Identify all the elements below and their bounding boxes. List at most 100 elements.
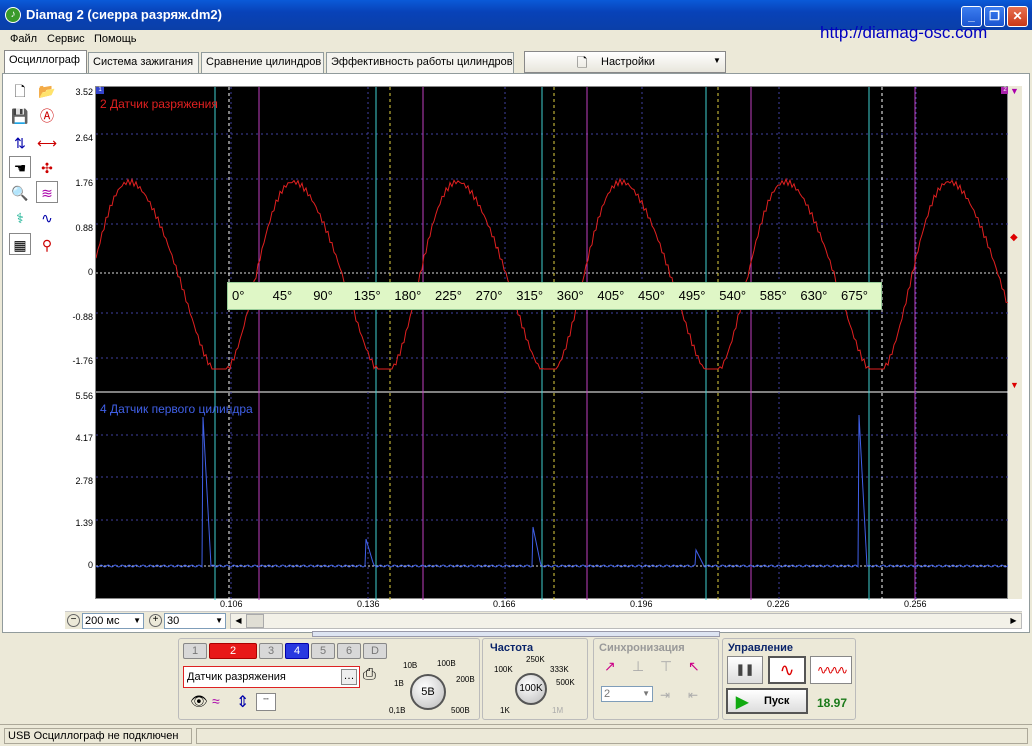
trigger-level-icon[interactable]: ◆ (1010, 232, 1018, 243)
channel-button-3[interactable]: 3 (259, 643, 283, 659)
website-url[interactable]: http://diamag-osc.com (820, 23, 987, 43)
eye-icon[interactable]: 👁 (190, 693, 208, 710)
auto-scale-icon[interactable]: Ⓐ (36, 104, 58, 126)
scroll-left-icon[interactable]: ◀ (231, 614, 246, 628)
settings-label: Настройки (601, 56, 655, 68)
scope-display[interactable]: 2 Датчик разряжения 4 Датчик первого цил… (95, 86, 1009, 600)
voltage-scale-label: 500В (451, 706, 470, 715)
play-icon: ▶ (736, 694, 749, 711)
y-tick-top: 0.88 (75, 223, 93, 233)
sync-channel-select[interactable]: 2 ▼ (601, 686, 653, 702)
horizontal-cursor-icon[interactable]: ⟷ (36, 131, 58, 153)
angle-label: 225° (435, 288, 462, 303)
channel-button-1[interactable]: 1 (183, 643, 207, 659)
x-tick: 0.226 (767, 599, 790, 609)
cross-cursor-icon[interactable]: ✣ (36, 156, 58, 178)
settings-dropdown[interactable]: 🗋 Настройки ▼ (524, 51, 726, 73)
frequency-scale-label: 250K (526, 655, 545, 664)
window-title: Diamag 2 (сиерра разряж.dm2) (26, 7, 222, 22)
y-tick-bottom: 2.78 (75, 476, 93, 486)
pause-button[interactable]: ❚❚ (727, 656, 763, 684)
single-wave-button[interactable]: ∿ (768, 656, 806, 684)
continuous-wave-button[interactable]: ∿∿∿∿ (810, 656, 852, 684)
falling-edge-2-icon[interactable]: ⊤ (660, 658, 672, 675)
marker-triangle-icon[interactable]: ▼ (1010, 86, 1019, 96)
hand-tool-icon[interactable]: ☚ (9, 156, 31, 178)
timebase-bar: − 200 мс ▼ + 30 ▼ ◀ ▶ (65, 611, 1022, 629)
channel-button-5[interactable]: 5 (311, 643, 335, 659)
rising-edge-icon[interactable]: ↗ (604, 658, 616, 675)
open-folder-icon[interactable]: 📂 (36, 79, 58, 101)
y-tick-top: 1.76 (75, 178, 93, 188)
channel-button-6[interactable]: 6 (337, 643, 361, 659)
menu-file[interactable]: Файл (10, 33, 37, 45)
wave-sync-icon[interactable]: ∿ (36, 206, 58, 228)
y-tick-top: 0 (87, 267, 93, 277)
scroll-thumb[interactable] (246, 614, 264, 628)
marker-left[interactable]: 1 (96, 87, 104, 94)
close-button[interactable]: ✕ (1007, 6, 1028, 27)
status-bar: USB Осциллограф не подключен (0, 724, 1032, 746)
menu-service[interactable]: Сервис (47, 33, 85, 45)
angle-label: 45° (272, 288, 293, 303)
grid-lines-icon[interactable]: ┄ (256, 693, 276, 711)
x-tick: 0.166 (493, 599, 516, 609)
x-tick: 0.136 (357, 599, 380, 609)
tab-cylinder-efficiency[interactable]: Эффективность работы цилиндров (326, 52, 514, 73)
angle-label: 495° (678, 288, 706, 303)
waveform-canvas[interactable] (96, 87, 1009, 600)
vertical-cursor-icon[interactable]: ⇅ (9, 131, 31, 153)
angle-label: 180° (394, 288, 422, 303)
angle-scale: 0° 45° 90° 135° 180° 225° 270° 315° 360° 405° 450°… (227, 282, 882, 310)
x-axis: 0.106 0.136 0.166 0.196 0.226 0.256 (95, 599, 1008, 611)
tab-oscilloscope[interactable]: Осциллограф (4, 50, 87, 74)
filter-icon[interactable]: ⚲ (36, 233, 58, 255)
zoom-select[interactable]: 30 ▼ (164, 613, 226, 629)
sync-collapse-icon[interactable]: ⇤ (688, 688, 698, 702)
timebase-select[interactable]: 200 мс ▼ (82, 613, 144, 629)
start-label: Пуск (764, 695, 790, 707)
falling-edge-icon[interactable]: ⊥ (632, 658, 644, 675)
sync-cursor-icon[interactable]: ↖ (688, 658, 700, 675)
scroll-right-icon[interactable]: ▶ (1006, 614, 1021, 628)
zoom-out-icon[interactable]: − (67, 614, 80, 627)
y-tick-top: -1.76 (72, 356, 93, 366)
angle-label: 540° (719, 288, 747, 303)
sensor-name-field[interactable]: Датчик разряжения (183, 666, 360, 688)
zoom-icon[interactable]: 🔍 (9, 181, 31, 203)
y-tick-top: 3.52 (75, 87, 93, 97)
table-icon[interactable]: ▦ (9, 233, 31, 255)
frequency-knob[interactable]: 100K (515, 673, 547, 705)
channel-split-icon[interactable]: ⚕ (9, 206, 31, 228)
zoom-in-icon[interactable]: + (149, 614, 162, 627)
tab-cylinder-comparison[interactable]: Сравнение цилиндров (201, 52, 324, 73)
sensor-config-icon[interactable]: ⎙ (363, 666, 376, 684)
sensor-browse-button[interactable]: … (341, 669, 357, 685)
channel-marker-icon[interactable]: ▼ (1010, 380, 1019, 390)
y-tick-top: -0.88 (72, 312, 93, 322)
chevron-down-icon: ▼ (713, 56, 721, 65)
angle-label: 630° (800, 288, 828, 303)
voltage-knob[interactable]: 5В (410, 674, 446, 710)
channel-button-4[interactable]: 4 (285, 643, 309, 659)
y-tick-bottom: 5.56 (75, 391, 93, 401)
menu-help[interactable]: Помощь (94, 33, 137, 45)
panel-splitter[interactable] (312, 631, 720, 637)
voltage-scale-label: 100В (437, 659, 456, 668)
channel-button-2[interactable]: 2 (209, 643, 257, 659)
start-button[interactable]: ▶ Пуск (726, 688, 808, 714)
tab-ignition-system[interactable]: Система зажигания (88, 52, 199, 73)
status-panel (196, 728, 1028, 744)
channel-button-D[interactable]: D (363, 643, 387, 659)
y-axis: 3.52 2.64 1.76 0.88 0 -0.88 -1.76 5.56 4… (65, 86, 95, 599)
status-text: USB Осциллограф не подключен (4, 728, 192, 744)
waveform-overlay-icon[interactable]: ≋ (36, 181, 58, 203)
new-file-icon[interactable]: 🗋 (9, 79, 31, 101)
invert-icon[interactable]: ≈ (212, 693, 220, 709)
channel-top-label: 2 Датчик разряжения (100, 97, 218, 111)
sync-expand-icon[interactable]: ⇥ (660, 688, 670, 702)
save-icon[interactable]: 💾 (9, 104, 31, 126)
horizontal-scrollbar[interactable]: ◀ ▶ (230, 613, 1022, 629)
voltage-scale-label: 1В (394, 679, 404, 688)
vertical-move-icon[interactable]: ⇕ (236, 692, 249, 712)
